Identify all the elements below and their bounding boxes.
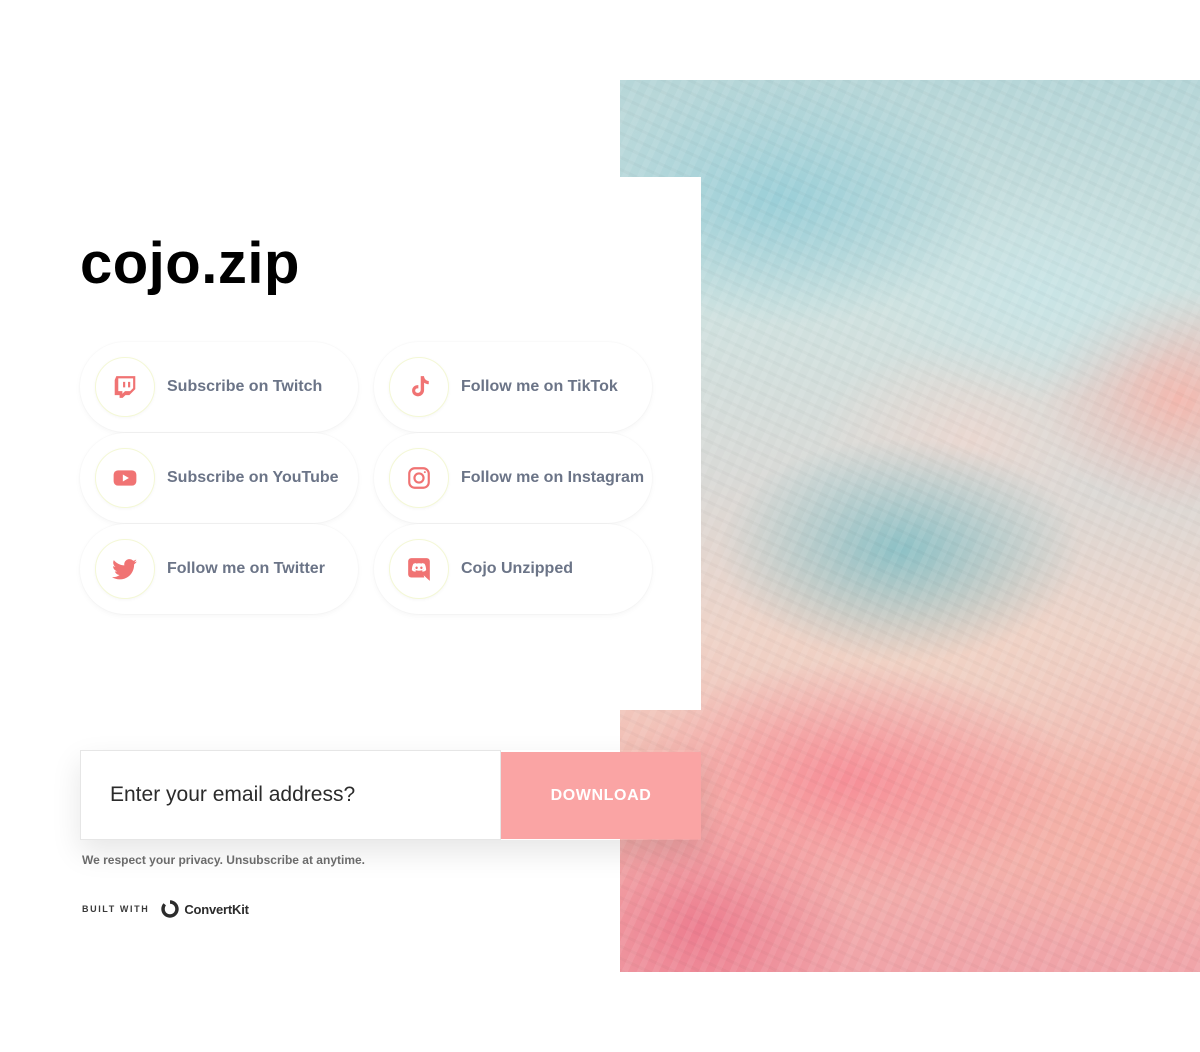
link-label: Subscribe on YouTube — [167, 469, 339, 486]
convertkit-logo-icon — [161, 900, 180, 918]
discord-icon — [389, 539, 449, 599]
link-twitch[interactable]: Subscribe on Twitch — [80, 342, 358, 432]
built-with-convertkit-link[interactable]: BUILT WITH ConvertKit — [82, 897, 249, 921]
link-label: Follow me on Twitter — [167, 560, 325, 577]
link-discord[interactable]: Cojo Unzipped — [374, 524, 652, 614]
link-label: Follow me on Instagram — [461, 469, 645, 486]
download-button[interactable]: DOWNLOAD — [501, 752, 701, 839]
subscribe-form: DOWNLOAD — [80, 750, 701, 840]
privacy-notice: We respect your privacy. Unsubscribe at … — [82, 853, 365, 867]
background-painting-image — [620, 80, 1200, 972]
instagram-icon — [389, 448, 449, 508]
youtube-icon — [95, 448, 155, 508]
tiktok-icon — [389, 357, 449, 417]
built-with-label: BUILT WITH — [82, 904, 150, 914]
link-label: Follow me on TikTok — [461, 378, 618, 395]
link-tiktok[interactable]: Follow me on TikTok — [374, 342, 652, 432]
link-label: Cojo Unzipped — [461, 560, 573, 577]
convertkit-brand-name: ConvertKit — [184, 901, 249, 917]
email-field[interactable] — [80, 750, 501, 840]
link-twitter[interactable]: Follow me on Twitter — [80, 524, 358, 614]
page-title: cojo.zip — [80, 231, 300, 296]
twitter-icon — [95, 539, 155, 599]
twitch-icon — [95, 357, 155, 417]
link-youtube[interactable]: Subscribe on YouTube — [80, 433, 358, 523]
page: cojo.zip Subscribe on Twitch Follow me o… — [0, 0, 1200, 1052]
link-label: Subscribe on Twitch — [167, 378, 323, 395]
link-instagram[interactable]: Follow me on Instagram — [374, 433, 652, 523]
